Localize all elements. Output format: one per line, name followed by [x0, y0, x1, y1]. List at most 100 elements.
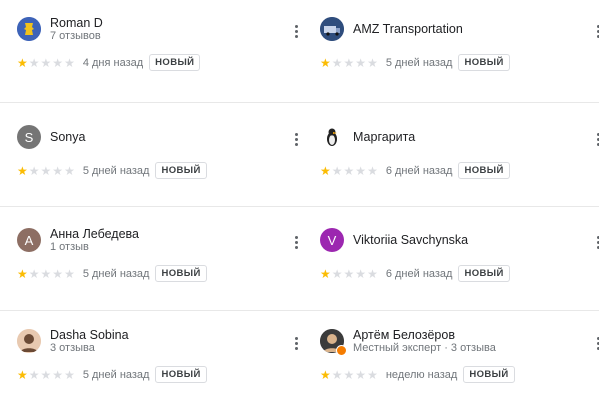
review-date: 5 дней назад: [82, 164, 150, 177]
reviewer-avatar[interactable]: [320, 125, 344, 149]
rating-row: ★ ★ ★ ★ ★ неделю назад НОВЫЙ: [320, 366, 515, 383]
reviewer-name[interactable]: Roman D: [50, 16, 103, 30]
reviewer-name[interactable]: Маргарита: [353, 130, 415, 144]
rating-row: ★ ★ ★ ★ ★ 6 дней назад НОВЫЙ: [320, 265, 510, 282]
new-badge: НОВЫЙ: [458, 265, 510, 282]
reviewer-avatar[interactable]: [17, 17, 41, 41]
new-badge: НОВЫЙ: [458, 54, 510, 71]
review-date: неделю назад: [385, 368, 458, 381]
review-date: 6 дней назад: [385, 164, 453, 177]
avatar-letter: А: [24, 232, 34, 248]
dot: [294, 29, 298, 33]
dot: [294, 137, 298, 141]
star-rating: ★ ★ ★ ★ ★: [320, 369, 378, 381]
dot: [294, 245, 298, 249]
reviewer-avatar[interactable]: S: [17, 125, 41, 149]
star-empty-icon: ★: [28, 367, 40, 382]
reviewer-avatar[interactable]: А: [17, 228, 41, 252]
new-badge: НОВЫЙ: [149, 54, 201, 71]
star-empty-icon: ★: [52, 55, 64, 70]
star-filled-icon: ★: [320, 367, 331, 382]
new-badge: НОВЫЙ: [155, 162, 207, 179]
new-badge: НОВЫЙ: [463, 366, 515, 383]
reviewer-name[interactable]: Sonya: [50, 130, 85, 144]
truck-photo-icon: [320, 17, 344, 41]
star-empty-icon: ★: [367, 266, 378, 281]
more-options-icon[interactable]: [288, 232, 304, 252]
star-filled-icon: ★: [17, 266, 28, 281]
reviewer-name[interactable]: Dasha Sobina: [50, 328, 129, 342]
more-options-icon[interactable]: [590, 21, 599, 41]
star-empty-icon: ★: [40, 367, 52, 382]
dot: [294, 235, 298, 239]
reviewer-subtitle: 1 отзыв: [50, 241, 89, 253]
star-empty-icon: ★: [64, 55, 75, 70]
review-card: AMZ Transportation ★ ★ ★ ★ ★ 5 дней назад НОВЫЙ: [320, 15, 599, 95]
rating-row: ★ ★ ★ ★ ★ 5 дней назад НОВЫЙ: [17, 366, 207, 383]
review-card: Маргарита ★ ★ ★ ★ ★ 6 дней назад НОВЫЙ: [320, 123, 599, 203]
portrait-photo-icon: [17, 329, 41, 353]
star-empty-icon: ★: [355, 163, 367, 178]
row-divider: [0, 310, 599, 311]
star-rating: ★ ★ ★ ★ ★: [17, 268, 75, 280]
star-empty-icon: ★: [64, 367, 75, 382]
row-divider: [0, 102, 599, 103]
reviewer-name[interactable]: Артём Белозёров: [353, 328, 455, 342]
row-divider: [0, 206, 599, 207]
star-rating: ★ ★ ★ ★ ★: [320, 57, 378, 69]
star-filled-icon: ★: [320, 266, 331, 281]
reviewer-subtitle: 3 отзыва: [50, 342, 95, 354]
star-empty-icon: ★: [343, 266, 355, 281]
more-options-icon[interactable]: [590, 232, 599, 252]
dot: [294, 341, 298, 345]
star-empty-icon: ★: [355, 367, 367, 382]
star-rating: ★ ★ ★ ★ ★: [17, 57, 75, 69]
dot: [294, 34, 298, 38]
review-date: 5 дней назад: [385, 56, 453, 69]
star-filled-icon: ★: [17, 367, 28, 382]
star-empty-icon: ★: [355, 55, 367, 70]
new-badge: НОВЫЙ: [155, 366, 207, 383]
star-empty-icon: ★: [343, 55, 355, 70]
star-empty-icon: ★: [367, 367, 378, 382]
review-date: 5 дней назад: [82, 267, 150, 280]
more-options-icon[interactable]: [288, 129, 304, 149]
more-options-icon[interactable]: [590, 129, 599, 149]
star-empty-icon: ★: [331, 266, 343, 281]
reviewer-name[interactable]: Анна Лебедева: [50, 227, 139, 241]
reviewer-avatar[interactable]: [17, 329, 41, 353]
star-rating: ★ ★ ★ ★ ★: [320, 165, 378, 177]
star-empty-icon: ★: [52, 367, 64, 382]
star-filled-icon: ★: [320, 163, 331, 178]
rating-row: ★ ★ ★ ★ ★ 5 дней назад НОВЫЙ: [320, 54, 510, 71]
star-empty-icon: ★: [40, 55, 52, 70]
reviewer-subtitle: 7 отзывов: [50, 30, 101, 42]
star-filled-icon: ★: [17, 55, 28, 70]
reviewer-name[interactable]: Viktoriia Savchynska: [353, 233, 468, 247]
review-card: Dasha Sobina 3 отзыва ★ ★ ★ ★ ★ 5 дней назад НОВ…: [17, 327, 302, 407]
review-card: Roman D7 отзывов ★ ★ ★ ★ ★ 4 дня назад НОВЫЙ: [17, 15, 302, 95]
new-badge: НОВЫЙ: [155, 265, 207, 282]
star-empty-icon: ★: [28, 55, 40, 70]
reviewer-avatar[interactable]: [320, 17, 344, 41]
local-guide-badge-icon: [336, 345, 347, 356]
more-options-icon[interactable]: [590, 333, 599, 353]
star-empty-icon: ★: [52, 266, 64, 281]
reviewer-name[interactable]: AMZ Transportation: [353, 22, 463, 36]
reviewer-avatar[interactable]: V: [320, 228, 344, 252]
star-filled-icon: ★: [320, 55, 331, 70]
review-card: V Viktoriia Savchynska ★ ★ ★ ★ ★ 6 дней назад НО…: [320, 226, 599, 306]
rating-row: ★ ★ ★ ★ ★ 6 дней назад НОВЫЙ: [320, 162, 510, 179]
star-empty-icon: ★: [28, 266, 40, 281]
star-empty-icon: ★: [64, 163, 75, 178]
star-filled-icon: ★: [17, 163, 28, 178]
review-card: Артём Белозёров Местный эксперт · 3 отзыв…: [320, 327, 599, 407]
star-empty-icon: ★: [331, 163, 343, 178]
reviewer-subtitle: Местный эксперт · 3 отзыва: [353, 342, 496, 354]
more-options-icon[interactable]: [288, 21, 304, 41]
avatar-letter: V: [327, 232, 337, 248]
more-options-icon[interactable]: [288, 333, 304, 353]
rating-row: ★ ★ ★ ★ ★ 5 дней назад НОВЫЙ: [17, 162, 207, 179]
review-date: 5 дней назад: [82, 368, 150, 381]
dot: [294, 142, 298, 146]
